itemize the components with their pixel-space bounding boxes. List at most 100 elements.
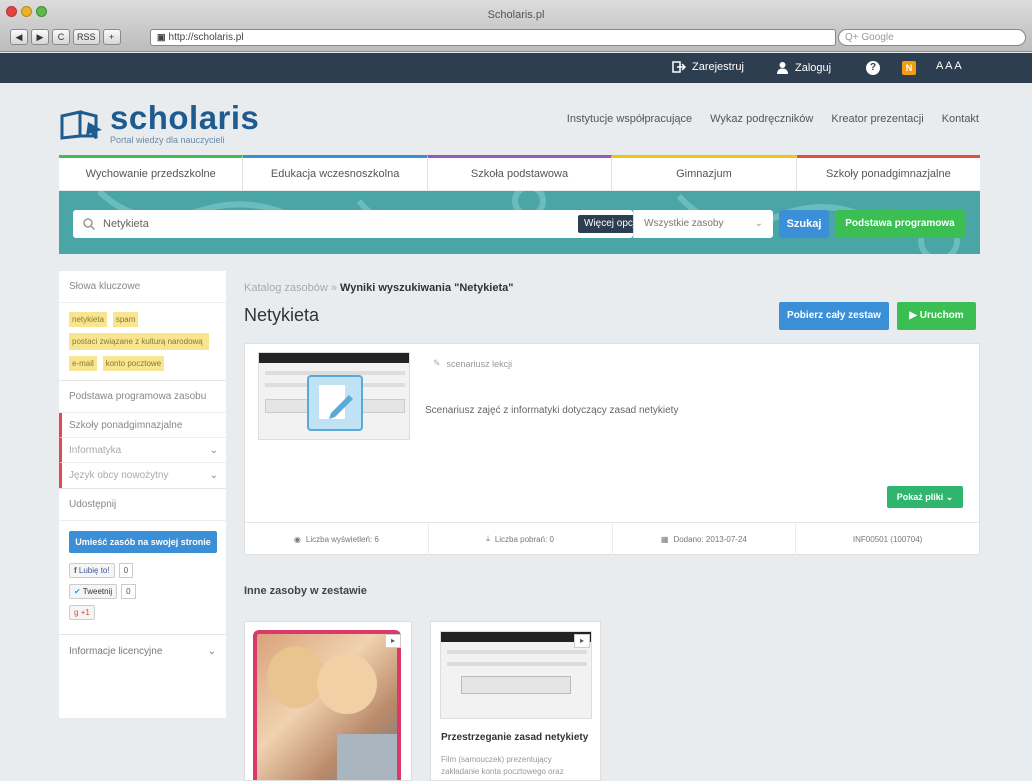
back-button[interactable]: ◀: [10, 29, 28, 45]
views-stat: ◉ Liczba wyświetleń: 6: [245, 523, 429, 555]
tweet-button[interactable]: ✔ Tweetnij: [69, 584, 118, 599]
related-resource-card[interactable]: ▸ Przestrzeganie zasad netykiety Film (s…: [430, 621, 601, 781]
tab-early-education[interactable]: Edukacja wczesnoszkolna: [243, 155, 428, 190]
sidebar: Słowa kluczowe netykieta spam postaci zw…: [59, 271, 226, 718]
show-files-label: Pokaż pliki: [896, 492, 944, 502]
logo-tagline: Portal wiedzy dla nauczycieli: [110, 135, 225, 145]
register-link[interactable]: Zarejestruj: [672, 61, 744, 73]
google-plus-icon: g: [74, 608, 79, 617]
tweet-count: 0: [121, 584, 136, 599]
page-title: Netykieta: [244, 305, 320, 325]
school-level-item[interactable]: Szkoły ponadgimnazjalne: [59, 413, 226, 438]
category-tabs: Wychowanie przedszkolne Edukacja wczesno…: [59, 155, 981, 190]
play-icon: ▶: [909, 310, 917, 321]
keyword-tag[interactable]: spam: [112, 312, 139, 327]
play-icon[interactable]: ▸: [385, 634, 401, 648]
share-section: Udostępnij Umieść zasób na swojej stroni…: [59, 489, 226, 635]
keyword-tag[interactable]: e-mail: [69, 356, 97, 371]
chevron-down-icon: ⌄: [209, 445, 218, 456]
tab-middle-school[interactable]: Gimnazjum: [612, 155, 797, 190]
resource-thumbnail: [440, 631, 592, 719]
tab-high-school[interactable]: Szkoły ponadgimnazjalne: [796, 155, 981, 190]
keyword-tag[interactable]: konto pocztowe: [102, 356, 165, 371]
nav-textbook-list[interactable]: Wykaz podręczników: [710, 113, 813, 125]
chevron-down-icon: ⌄: [207, 646, 216, 657]
site-logo[interactable]: scholaris Portal wiedzy dla nauczycieli: [60, 99, 260, 145]
tab-preschool[interactable]: Wychowanie przedszkolne: [59, 155, 244, 190]
logo-wordmark: scholaris: [110, 99, 260, 136]
downloads-count: Liczba pobrań: 0: [494, 534, 554, 544]
download-set-button[interactable]: Pobierz cały zestaw: [779, 302, 889, 330]
browser-nav-buttons: ◀ ▶ C RSS +: [10, 29, 121, 45]
subject-label: Informatyka: [69, 445, 122, 456]
resource-type: ✎ scenariusz lekcji: [433, 358, 512, 369]
play-icon[interactable]: ▸: [574, 634, 590, 648]
thumbnail-titlebar: [441, 632, 591, 642]
url-text: http://scholaris.pl: [168, 32, 244, 43]
school-level-label: Szkoły ponadgimnazjalne: [69, 420, 183, 431]
tab-primary-school[interactable]: Szkoła podstawowa: [427, 155, 613, 190]
related-resource-desc: Film (samouczek) prezentujący zakładanie…: [441, 755, 564, 776]
keyword-tag[interactable]: netykieta: [69, 312, 108, 327]
add-bookmark-button[interactable]: +: [102, 29, 121, 45]
address-bar[interactable]: ▣ http://scholaris.pl: [150, 29, 836, 46]
breadcrumb: Katalog zasobów » Wyniki wyszukiwania "N…: [244, 282, 514, 294]
keyword-tag[interactable]: postaci związane z kulturą narodową: [69, 333, 209, 350]
document-edit-icon: [307, 375, 363, 431]
nav-partner-institutions[interactable]: Instytucje współpracujące: [567, 113, 692, 125]
search-band: Netykieta Więcej opcji... Wszystkie zaso…: [59, 191, 980, 254]
resource-scope-select[interactable]: Wszystkie zasoby ⌄: [633, 210, 773, 238]
curriculum-section: Podstawa programowa zasobu Szkoły ponadg…: [59, 381, 226, 489]
resource-stats: ◉ Liczba wyświetleń: 6 ⤓ Liczba pobrań: 0 …: [245, 522, 979, 555]
help-icon: ?: [866, 61, 880, 75]
other-resources-heading: Inne zasoby w zestawie: [244, 585, 367, 597]
nav-presentation-creator[interactable]: Kreator prezentacji: [831, 113, 923, 125]
resource-photo: [253, 630, 401, 780]
facebook-like-button[interactable]: f Lubię to!: [69, 563, 115, 578]
run-button[interactable]: ▶ Uruchom: [897, 302, 976, 330]
related-resource-title[interactable]: Przestrzeganie zasad netykiety: [441, 732, 588, 743]
open-book-logo-icon: [60, 110, 102, 140]
license-section[interactable]: Informacje licencyjne ⌄: [59, 635, 226, 669]
forward-button[interactable]: ▶: [31, 29, 49, 45]
site-favicon-icon: ▣: [157, 32, 166, 42]
subject-item-informatics[interactable]: Informatyka ⌄: [59, 438, 226, 463]
views-count: Liczba wyświetleń: 6: [305, 534, 379, 544]
curriculum-button[interactable]: Podstawa programowa: [835, 210, 965, 238]
resource-scope-value: Wszystkie zasoby: [644, 218, 724, 229]
lesson-plan-icon: ✎: [433, 358, 441, 368]
run-label: Uruchom: [919, 310, 964, 321]
resource-card: ✎ scenariusz lekcji Scenariusz zajęć z i…: [244, 343, 980, 555]
related-resource-card[interactable]: ▸: [244, 621, 412, 781]
keywords-section: Słowa kluczowe netykieta spam postaci zw…: [59, 271, 226, 381]
search-button[interactable]: Szukaj: [779, 210, 829, 238]
google-plus-share: g +1: [69, 605, 216, 620]
window-title: Scholaris.pl: [487, 9, 545, 21]
keywords-heading: Słowa kluczowe: [59, 271, 226, 303]
show-files-button[interactable]: Pokaż pliki ⌄: [887, 486, 963, 508]
date-added: Dodano: 2013-07-24: [673, 534, 747, 544]
browser-search-field[interactable]: Q+ Google: [838, 29, 1026, 46]
search-icon: [83, 218, 95, 230]
rss-feed-button[interactable]: N: [902, 61, 916, 75]
google-plus-button[interactable]: g +1: [69, 605, 95, 620]
nav-contact[interactable]: Kontakt: [942, 113, 979, 125]
breadcrumb-catalog-link[interactable]: Katalog zasobów: [244, 282, 328, 294]
embed-resource-button[interactable]: Umieść zasób na swojej stronie: [69, 531, 217, 553]
thumbnail-line: [447, 662, 587, 666]
calendar-icon: ▦: [660, 534, 669, 544]
subject-item-foreign-language[interactable]: Język obcy nowożytny ⌄: [59, 463, 226, 488]
font-size-switcher[interactable]: A A A: [936, 60, 962, 72]
rss-button[interactable]: RSS: [73, 29, 100, 45]
resource-thumbnail[interactable]: [258, 352, 410, 440]
thumbnail-row: [461, 676, 571, 694]
help-button[interactable]: ?: [866, 61, 880, 75]
photo-laptop: [337, 734, 397, 780]
downloads-stat: ⤓ Liczba pobrań: 0: [429, 523, 613, 555]
reload-button[interactable]: C: [52, 29, 70, 45]
tweet-label: Tweetnij: [82, 587, 113, 596]
register-label: Zarejestruj: [692, 61, 744, 73]
share-heading: Udostępnij: [59, 489, 226, 521]
login-link[interactable]: Zaloguj: [776, 61, 831, 74]
search-input[interactable]: Netykieta: [73, 210, 633, 238]
